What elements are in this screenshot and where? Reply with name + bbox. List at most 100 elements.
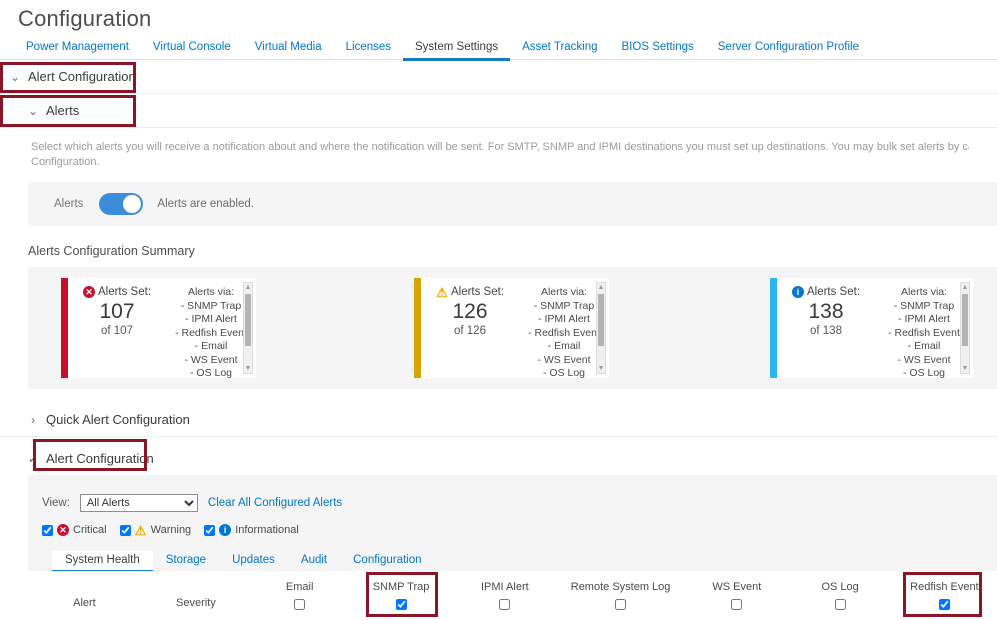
card-count: 126 bbox=[452, 300, 488, 323]
scroll-thumb[interactable] bbox=[962, 294, 968, 346]
severity-filter-critical-label: Critical bbox=[73, 524, 107, 536]
card-body: i Alerts Set: 138 of 138 Alerts via: - S… bbox=[777, 278, 973, 378]
view-label: View: bbox=[42, 497, 70, 509]
summary-card-critical: ✕ Alerts Set: 107 of 107 Alerts via: - S… bbox=[61, 278, 256, 378]
card-via-item: - WS Event bbox=[897, 353, 951, 366]
page-title: Configuration bbox=[18, 6, 152, 31]
card-of-text: of 126 bbox=[454, 325, 486, 337]
section-label-alerts: Alerts bbox=[46, 103, 80, 118]
subtab-configuration[interactable]: Configuration bbox=[340, 551, 434, 573]
scroll-thumb[interactable] bbox=[598, 294, 604, 346]
tab-virtual-console[interactable]: Virtual Console bbox=[141, 38, 243, 61]
card-set-label: Alerts Set: bbox=[450, 286, 505, 298]
card-left: i Alerts Set: 138 of 138 bbox=[777, 278, 875, 378]
column-header-alert-label: Alert bbox=[73, 596, 96, 609]
card-count: 138 bbox=[808, 300, 844, 323]
section-label-alert-configuration-inner: Alert Configuration bbox=[46, 451, 154, 466]
card-via-list: Alerts via: - SNMP Trap - IPMI Alert - R… bbox=[875, 278, 973, 378]
scroll-up-icon[interactable]: ▲ bbox=[961, 283, 969, 292]
card-severity-bar bbox=[414, 278, 421, 378]
column-header-ipmi-alert-checkbox-wrap bbox=[454, 598, 556, 610]
section-label-alert-configuration-outer: Alert Configuration bbox=[28, 69, 136, 84]
scroll-down-icon[interactable]: ▼ bbox=[244, 364, 252, 373]
view-filter-row: View: All Alerts Clear All Configured Al… bbox=[42, 493, 997, 513]
severity-filter-critical-checkbox[interactable] bbox=[42, 524, 53, 536]
card-scrollbar[interactable]: ▲ ▼ bbox=[243, 282, 253, 374]
card-via-list: Alerts via: - SNMP Trap - IPMI Alert - R… bbox=[519, 278, 609, 378]
severity-filter-informational-checkbox[interactable] bbox=[204, 524, 216, 536]
card-via-item: - SNMP Trap bbox=[893, 299, 955, 312]
column-header-redfish-event-checkbox[interactable] bbox=[938, 598, 950, 610]
tab-licenses[interactable]: Licenses bbox=[334, 38, 403, 61]
column-header-snmp-trap-label: SNMP Trap bbox=[372, 581, 430, 593]
column-header-remote-system-log-label: Remote System Log bbox=[570, 581, 671, 593]
scroll-down-icon[interactable]: ▼ bbox=[961, 364, 969, 373]
section-header-alert-configuration-outer[interactable]: ⌄ Alert Configuration bbox=[0, 60, 997, 94]
column-header-severity: Severity bbox=[141, 583, 251, 609]
card-scrollbar[interactable]: ▲ ▼ bbox=[596, 282, 606, 374]
alerts-toggle-state-text: Alerts are enabled. bbox=[157, 198, 254, 210]
card-left: ⚠ Alerts Set: 126 of 126 bbox=[421, 278, 519, 378]
column-header-redfish-event: Redfish Event bbox=[892, 581, 997, 610]
card-set-line: ⚠ Alerts Set: bbox=[421, 284, 519, 300]
severity-filter-row: ✕ Critical ⚠ Warning i Informational bbox=[42, 524, 997, 537]
card-body: ✕ Alerts Set: 107 of 107 Alerts via: - S… bbox=[68, 278, 256, 378]
scroll-up-icon[interactable]: ▲ bbox=[244, 283, 252, 292]
alerts-enable-toggle[interactable] bbox=[99, 193, 144, 215]
column-header-redfish-event-label: Redfish Event bbox=[910, 581, 979, 593]
card-via-header: Alerts via: bbox=[900, 286, 948, 298]
card-via-item: - Redfish Event bbox=[888, 326, 960, 339]
subtab-storage[interactable]: Storage bbox=[153, 551, 219, 573]
severity-filter-informational[interactable]: i Informational bbox=[204, 524, 299, 536]
column-header-os-log: OS Log bbox=[788, 581, 891, 610]
column-header-alert: Alert bbox=[28, 583, 141, 609]
scroll-down-icon[interactable]: ▼ bbox=[597, 364, 605, 373]
card-body: ⚠ Alerts Set: 126 of 126 Alerts via: - S… bbox=[421, 278, 609, 378]
severity-filter-warning-label: Warning bbox=[150, 524, 192, 536]
section-header-alert-configuration-inner[interactable]: ✓ Alert Configuration bbox=[0, 442, 997, 475]
tab-server-configuration-profile[interactable]: Server Configuration Profile bbox=[706, 38, 871, 61]
chevron-right-icon: › bbox=[31, 412, 35, 427]
column-header-redfish-event-checkbox-wrap bbox=[892, 598, 997, 610]
column-header-os-log-checkbox[interactable] bbox=[834, 598, 846, 610]
chevron-down-icon: ⌄ bbox=[10, 69, 21, 84]
subtab-system-health[interactable]: System Health bbox=[52, 551, 153, 573]
column-header-email-label: Email bbox=[285, 581, 314, 593]
subtab-audit[interactable]: Audit bbox=[288, 551, 340, 573]
tab-virtual-media[interactable]: Virtual Media bbox=[243, 38, 334, 61]
column-header-ipmi-alert-checkbox[interactable] bbox=[499, 598, 511, 610]
column-header-os-log-label: OS Log bbox=[821, 581, 859, 593]
card-scrollbar[interactable]: ▲ ▼ bbox=[960, 282, 970, 374]
chevron-down-icon: ⌄ bbox=[28, 103, 39, 118]
column-header-remote-system-log-checkbox[interactable] bbox=[615, 598, 627, 610]
column-header-ipmi-alert: IPMI Alert bbox=[454, 581, 556, 610]
tab-power-management[interactable]: Power Management bbox=[14, 38, 141, 61]
card-of-text: of 138 bbox=[810, 325, 842, 337]
column-header-ws-event-label: WS Event bbox=[712, 581, 762, 593]
card-severity-bar bbox=[770, 278, 777, 378]
severity-filter-warning-checkbox[interactable] bbox=[119, 524, 131, 536]
info-circle-icon: i bbox=[791, 286, 804, 298]
severity-filter-warning[interactable]: ⚠ Warning bbox=[119, 524, 192, 537]
tab-bios-settings[interactable]: BIOS Settings bbox=[610, 38, 706, 61]
scroll-up-icon[interactable]: ▲ bbox=[597, 283, 605, 292]
column-header-snmp-trap-checkbox-wrap bbox=[348, 598, 453, 610]
scroll-thumb[interactable] bbox=[245, 294, 251, 346]
alerts-description-line2: Configuration. bbox=[31, 156, 100, 168]
severity-filter-critical[interactable]: ✕ Critical bbox=[42, 524, 107, 536]
column-header-ipmi-alert-label: IPMI Alert bbox=[480, 581, 529, 593]
view-select[interactable]: All Alerts bbox=[79, 494, 198, 512]
card-via-item: - OS Log bbox=[902, 367, 946, 378]
tab-asset-tracking[interactable]: Asset Tracking bbox=[510, 38, 609, 61]
column-header-snmp-trap-checkbox[interactable] bbox=[395, 598, 407, 610]
clear-all-configured-alerts-link[interactable]: Clear All Configured Alerts bbox=[208, 497, 342, 509]
column-header-ws-event-checkbox[interactable] bbox=[731, 598, 743, 610]
section-header-alerts[interactable]: ⌄ Alerts bbox=[0, 94, 997, 128]
tab-system-settings[interactable]: System Settings bbox=[403, 38, 511, 61]
section-header-quick-alert-configuration[interactable]: › Quick Alert Configuration bbox=[0, 403, 997, 437]
card-severity-bar bbox=[61, 278, 68, 378]
warning-triangle-icon: ⚠ bbox=[436, 284, 448, 300]
critical-x-icon: ✕ bbox=[82, 286, 95, 298]
subtab-updates[interactable]: Updates bbox=[219, 551, 288, 573]
column-header-email-checkbox[interactable] bbox=[294, 598, 306, 610]
